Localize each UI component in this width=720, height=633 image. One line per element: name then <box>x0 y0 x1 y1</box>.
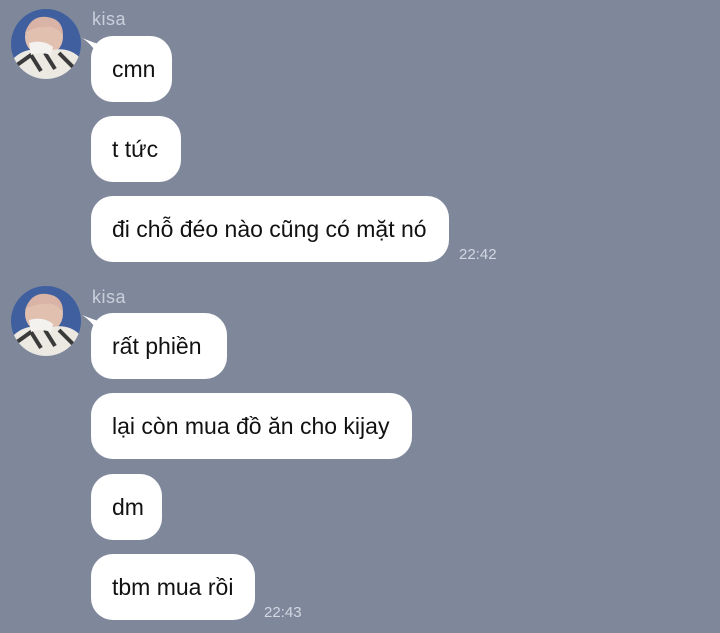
message-bubble[interactable]: dm <box>91 474 162 540</box>
message-bubble[interactable]: tbm mua rồi <box>91 554 255 620</box>
message-text: cmn <box>112 56 156 82</box>
bubble-tail <box>82 315 104 335</box>
sender-name: kisa <box>92 287 127 307</box>
message-text: lại còn mua đồ ăn cho kijay <box>112 413 390 439</box>
avatar-photo-icon <box>11 286 81 356</box>
message-timestamp: 22:43 <box>264 604 302 621</box>
sender-avatar[interactable] <box>11 286 81 356</box>
message-timestamp: 22:42 <box>459 246 497 263</box>
message-bubble[interactable]: cmn <box>82 36 172 102</box>
message-text: đi chỗ đéo nào cũng có mặt nó <box>112 216 427 242</box>
sender-avatar[interactable] <box>11 9 81 79</box>
message-bubble[interactable]: rất phiền <box>82 313 227 379</box>
message-bubble[interactable]: đi chỗ đéo nào cũng có mặt nó <box>91 196 449 262</box>
message-bubble[interactable]: lại còn mua đồ ăn cho kijay <box>91 393 412 459</box>
message-text: rất phiền <box>112 333 202 359</box>
message-bubble[interactable]: t tức <box>91 116 181 182</box>
sender-name: kisa <box>92 9 127 29</box>
message-text: dm <box>112 494 144 520</box>
message-text: t tức <box>112 136 159 162</box>
bubble-tail <box>82 38 104 58</box>
message-text: tbm mua rồi <box>112 574 234 600</box>
avatar-photo-icon <box>11 9 81 79</box>
